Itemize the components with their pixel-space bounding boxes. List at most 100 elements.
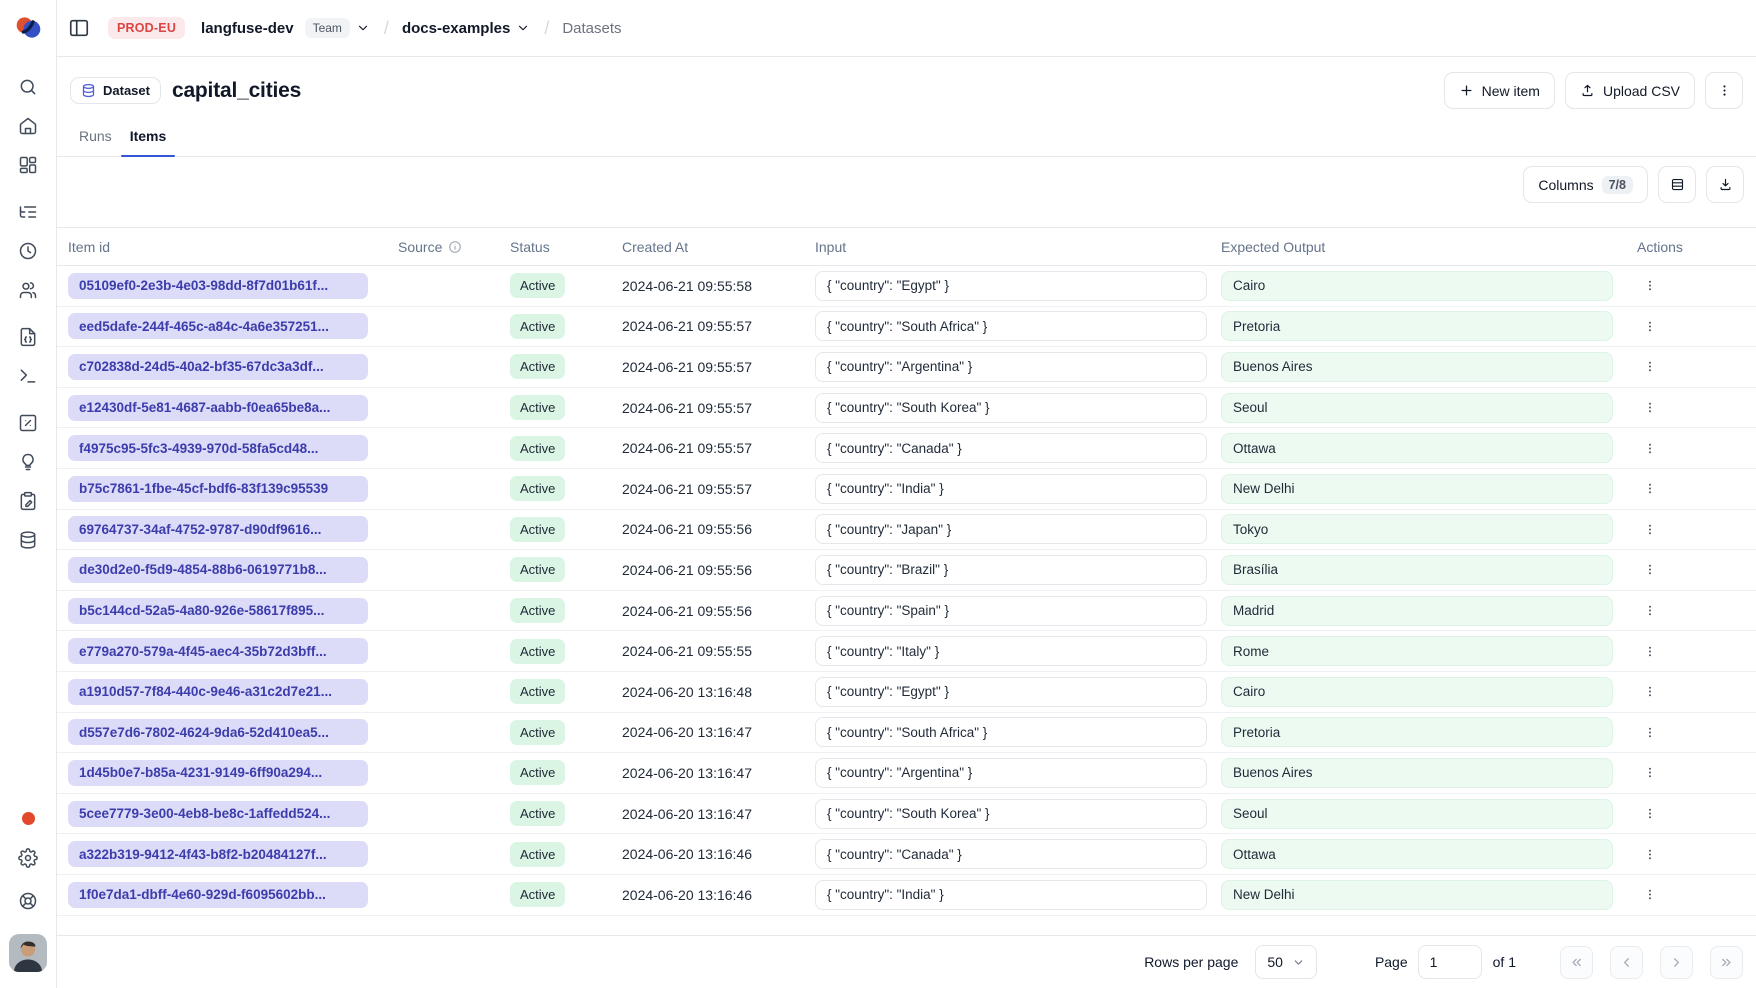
lightbulb-icon[interactable]: [18, 452, 38, 472]
row-actions-menu-button[interactable]: [1637, 841, 1663, 867]
org-chevron-down-icon[interactable]: [356, 21, 370, 35]
breadcrumb-project[interactable]: docs-examples: [402, 20, 510, 37]
row-actions-menu-button[interactable]: [1637, 679, 1663, 705]
expected-output-cell[interactable]: Seoul: [1221, 799, 1613, 829]
input-cell[interactable]: { "country": "Canada" }: [815, 433, 1207, 463]
expected-output-cell[interactable]: Ottawa: [1221, 433, 1613, 463]
item-id-link[interactable]: 69764737-34af-4752-9787-d90df9616...: [68, 516, 368, 542]
row-actions-menu-button[interactable]: [1637, 557, 1663, 583]
item-id-link[interactable]: b5c144cd-52a5-4a80-926e-58617f895...: [68, 598, 368, 624]
tab-runs[interactable]: Runs: [70, 118, 121, 156]
row-actions-menu-button[interactable]: [1637, 435, 1663, 461]
row-actions-menu-button[interactable]: [1637, 273, 1663, 299]
item-id-link[interactable]: 1d45b0e7-b85a-4231-9149-6ff90a294...: [68, 760, 368, 786]
item-id-link[interactable]: b75c7861-1fbe-45cf-bdf6-83f139c95539: [68, 476, 368, 502]
input-cell[interactable]: { "country": "Spain" }: [815, 596, 1207, 626]
playground-icon[interactable]: [18, 366, 38, 386]
row-actions-menu-button[interactable]: [1637, 760, 1663, 786]
sidebar-toggle-icon[interactable]: [68, 17, 90, 39]
expected-output-cell[interactable]: Madrid: [1221, 596, 1613, 626]
environment-badge[interactable]: PROD-EU: [108, 17, 185, 39]
item-id-link[interactable]: de30d2e0-f5d9-4854-88b6-0619771b8...: [68, 557, 368, 583]
row-actions-menu-button[interactable]: [1637, 638, 1663, 664]
expected-output-cell[interactable]: Seoul: [1221, 393, 1613, 423]
breadcrumb-section[interactable]: Datasets: [562, 20, 621, 37]
row-actions-menu-button[interactable]: [1637, 719, 1663, 745]
column-header-expected-output[interactable]: Expected Output: [1221, 239, 1625, 255]
item-id-link[interactable]: 1f0e7da1-dbff-4e60-929d-f6095602bb...: [68, 882, 368, 908]
input-cell[interactable]: { "country": "India" }: [815, 880, 1207, 910]
row-actions-menu-button[interactable]: [1637, 476, 1663, 502]
annotation-icon[interactable]: [18, 491, 38, 511]
column-header-item-id[interactable]: Item id: [68, 239, 398, 255]
column-header-input[interactable]: Input: [815, 239, 1221, 255]
input-cell[interactable]: { "country": "Egypt" }: [815, 271, 1207, 301]
recording-indicator-icon[interactable]: [22, 812, 35, 825]
item-id-link[interactable]: e779a270-579a-4f45-aec4-35b72d3bff...: [68, 638, 368, 664]
dashboard-icon[interactable]: [18, 155, 38, 175]
previous-page-button[interactable]: [1610, 946, 1643, 979]
expected-output-cell[interactable]: Buenos Aires: [1221, 758, 1613, 788]
tracing-icon[interactable]: [18, 202, 38, 222]
input-cell[interactable]: { "country": "Argentina" }: [815, 352, 1207, 382]
expected-output-cell[interactable]: Cairo: [1221, 271, 1613, 301]
row-actions-menu-button[interactable]: [1637, 313, 1663, 339]
item-id-link[interactable]: a322b319-9412-4f43-b8f2-b20484127f...: [68, 841, 368, 867]
upload-csv-button[interactable]: Upload CSV: [1565, 72, 1695, 109]
input-cell[interactable]: { "country": "South Korea" }: [815, 393, 1207, 423]
input-cell[interactable]: { "country": "Egypt" }: [815, 677, 1207, 707]
column-header-status[interactable]: Status: [510, 239, 622, 255]
item-id-link[interactable]: d557e7d6-7802-4624-9da6-52d410ea5...: [68, 719, 368, 745]
project-chevron-down-icon[interactable]: [516, 21, 530, 35]
row-actions-menu-button[interactable]: [1637, 395, 1663, 421]
item-id-link[interactable]: 05109ef0-2e3b-4e03-98dd-8f7d01b61f...: [68, 273, 368, 299]
tab-items[interactable]: Items: [121, 118, 176, 156]
columns-button[interactable]: Columns 7/8: [1523, 166, 1648, 203]
prompts-icon[interactable]: [18, 327, 38, 347]
input-cell[interactable]: { "country": "South Africa" }: [815, 717, 1207, 747]
users-icon[interactable]: [18, 280, 38, 300]
rows-per-page-select[interactable]: 50: [1255, 945, 1317, 979]
expected-output-cell[interactable]: Ottawa: [1221, 839, 1613, 869]
export-button[interactable]: [1706, 166, 1744, 203]
next-page-button[interactable]: [1660, 946, 1693, 979]
column-header-source[interactable]: Source: [398, 239, 510, 255]
item-id-link[interactable]: c702838d-24d5-40a2-bf35-67dc3a3df...: [68, 354, 368, 380]
page-number-input[interactable]: [1418, 945, 1482, 979]
input-cell[interactable]: { "country": "South Korea" }: [815, 799, 1207, 829]
expected-output-cell[interactable]: New Delhi: [1221, 474, 1613, 504]
item-id-link[interactable]: f4975c95-5fc3-4939-970d-58fa5cd48...: [68, 435, 368, 461]
new-item-button[interactable]: New item: [1444, 72, 1555, 109]
home-icon[interactable]: [18, 116, 38, 136]
sessions-icon[interactable]: [18, 241, 38, 261]
input-cell[interactable]: { "country": "India" }: [815, 474, 1207, 504]
row-actions-menu-button[interactable]: [1637, 801, 1663, 827]
expected-output-cell[interactable]: Pretoria: [1221, 717, 1613, 747]
support-icon[interactable]: [18, 891, 38, 911]
settings-gear-icon[interactable]: [18, 848, 38, 868]
row-actions-menu-button[interactable]: [1637, 354, 1663, 380]
page-actions-menu-button[interactable]: [1705, 72, 1743, 109]
input-cell[interactable]: { "country": "Brazil" }: [815, 555, 1207, 585]
search-icon[interactable]: [18, 77, 38, 97]
evaluation-icon[interactable]: [18, 413, 38, 433]
datasets-icon[interactable]: [18, 530, 38, 550]
item-id-link[interactable]: eed5dafe-244f-465c-a84c-4a6e357251...: [68, 313, 368, 339]
column-header-created-at[interactable]: Created At: [622, 239, 815, 255]
first-page-button[interactable]: [1560, 946, 1593, 979]
expected-output-cell[interactable]: Tokyo: [1221, 514, 1613, 544]
user-avatar[interactable]: [9, 934, 47, 972]
row-actions-menu-button[interactable]: [1637, 882, 1663, 908]
expected-output-cell[interactable]: Cairo: [1221, 677, 1613, 707]
breadcrumb-organization[interactable]: langfuse-dev: [201, 20, 294, 37]
input-cell[interactable]: { "country": "Japan" }: [815, 514, 1207, 544]
expected-output-cell[interactable]: Buenos Aires: [1221, 352, 1613, 382]
input-cell[interactable]: { "country": "Italy" }: [815, 636, 1207, 666]
last-page-button[interactable]: [1710, 946, 1743, 979]
row-actions-menu-button[interactable]: [1637, 598, 1663, 624]
item-id-link[interactable]: e12430df-5e81-4687-aabb-f0ea65be8a...: [68, 395, 368, 421]
row-height-button[interactable]: [1658, 166, 1696, 203]
item-id-link[interactable]: a1910d57-7f84-440c-9e46-a31c2d7e21...: [68, 679, 368, 705]
item-id-link[interactable]: 5cee7779-3e00-4eb8-be8c-1affedd524...: [68, 801, 368, 827]
input-cell[interactable]: { "country": "Argentina" }: [815, 758, 1207, 788]
